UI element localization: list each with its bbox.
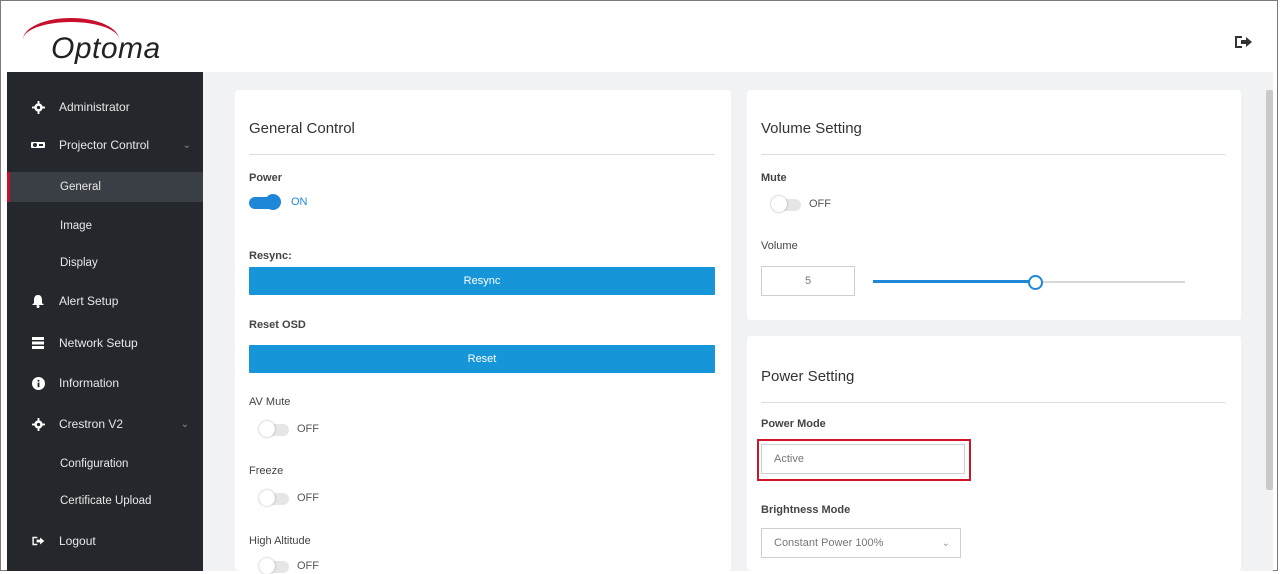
card-divider <box>249 154 715 155</box>
general-control-card: General Control Power ON Resync: Resync … <box>235 90 731 574</box>
slider-thumb[interactable] <box>1028 275 1043 290</box>
sidebar-item-label: Alert Setup <box>59 294 119 308</box>
resync-label: Resync: <box>249 250 292 262</box>
sidebar-item-network-setup[interactable]: Network Setup <box>7 328 203 358</box>
high-altitude-toggle[interactable] <box>259 558 293 574</box>
gear-icon <box>31 417 45 431</box>
sidebar-item-certificate-upload[interactable]: Certificate Upload <box>7 486 203 516</box>
freeze-label: Freeze <box>249 465 284 477</box>
main-content: General Control Power ON Resync: Resync … <box>203 72 1273 574</box>
sidebar-item-configuration[interactable]: Configuration <box>7 449 203 479</box>
resync-button[interactable]: Resync <box>249 267 715 295</box>
gear-icon <box>31 100 45 114</box>
freeze-toggle[interactable] <box>259 490 293 506</box>
sidebar-item-general[interactable]: General <box>7 172 203 202</box>
sidebar-item-crestron-v2[interactable]: Crestron V2 ⌄ <box>7 409 203 439</box>
freeze-state: OFF <box>297 492 319 504</box>
card-title: Volume Setting <box>761 120 862 137</box>
reset-osd-label: Reset OSD <box>249 319 306 331</box>
bell-icon <box>31 294 45 308</box>
sidebar-item-label: General <box>60 181 101 193</box>
volume-label: Volume <box>761 240 798 252</box>
sidebar-item-logout[interactable]: Logout <box>7 526 203 556</box>
sidebar-item-label: Crestron V2 <box>59 417 124 431</box>
slider-fill <box>873 280 1035 283</box>
power-setting-card: Power Setting Power Mode Active Brightne… <box>747 336 1241 571</box>
sign-out-icon[interactable] <box>1233 34 1253 50</box>
card-divider <box>761 402 1225 403</box>
sidebar-item-display[interactable]: Display <box>7 248 203 278</box>
page-scrollbar[interactable] <box>1266 90 1273 490</box>
card-divider <box>761 154 1225 155</box>
power-toggle[interactable] <box>249 194 283 210</box>
brightness-mode-value: Constant Power 100% <box>774 537 884 549</box>
volume-input[interactable]: 5 <box>761 266 855 296</box>
chevron-down-icon: ⌄ <box>941 537 950 549</box>
sidebar-item-label: Logout <box>59 534 96 548</box>
power-state: ON <box>291 196 308 208</box>
sidebar-item-label: Network Setup <box>59 336 138 350</box>
sidebar-item-label: Projector Control <box>59 138 150 152</box>
card-title: Power Setting <box>761 368 855 385</box>
top-header: Optoma <box>7 8 1273 72</box>
sidebar-item-label: Display <box>60 257 98 269</box>
reset-button[interactable]: Reset <box>249 345 715 373</box>
high-altitude-state: OFF <box>297 560 319 572</box>
mute-state: OFF <box>809 198 831 210</box>
optoma-logo[interactable]: Optoma <box>19 14 179 70</box>
highlight-box <box>757 439 971 481</box>
power-mode-label: Power Mode <box>761 418 826 430</box>
sidebar-item-image[interactable]: Image <box>7 211 203 241</box>
info-icon <box>31 376 45 390</box>
av-mute-state: OFF <box>297 423 319 435</box>
high-altitude-label: High Altitude <box>249 535 311 547</box>
sidebar-item-label: Configuration <box>60 458 129 470</box>
network-icon <box>31 336 45 350</box>
volume-slider[interactable] <box>873 274 1185 290</box>
chevron-down-icon: ⌄ <box>182 139 191 151</box>
sidebar-item-label: Information <box>59 376 120 390</box>
brightness-mode-label: Brightness Mode <box>761 504 851 516</box>
mute-toggle[interactable] <box>771 196 805 212</box>
sidebar: Administrator Projector Control ⌄ Genera… <box>7 72 203 571</box>
sidebar-item-label: Administrator <box>59 100 130 114</box>
sidebar-item-information[interactable]: Information <box>7 368 203 398</box>
brightness-mode-select[interactable]: Constant Power 100% ⌄ <box>761 528 961 558</box>
av-mute-toggle[interactable] <box>259 421 293 437</box>
mute-label: Mute <box>761 172 787 184</box>
chevron-down-icon: ⌄ <box>180 418 189 430</box>
sign-out-icon <box>31 534 45 548</box>
logo-text: Optoma <box>51 32 161 65</box>
volume-setting-card: Volume Setting Mute OFF Volume 5 <box>747 90 1241 320</box>
card-title: General Control <box>249 120 355 137</box>
av-mute-label: AV Mute <box>249 396 291 408</box>
sidebar-item-label: Certificate Upload <box>60 495 152 507</box>
sidebar-item-projector-control[interactable]: Projector Control ⌄ <box>7 130 203 160</box>
sidebar-item-administrator[interactable]: Administrator <box>7 92 203 122</box>
power-label: Power <box>249 172 283 184</box>
sidebar-item-label: Image <box>60 220 92 232</box>
sidebar-item-alert-setup[interactable]: Alert Setup <box>7 286 203 316</box>
projector-icon <box>31 138 45 152</box>
